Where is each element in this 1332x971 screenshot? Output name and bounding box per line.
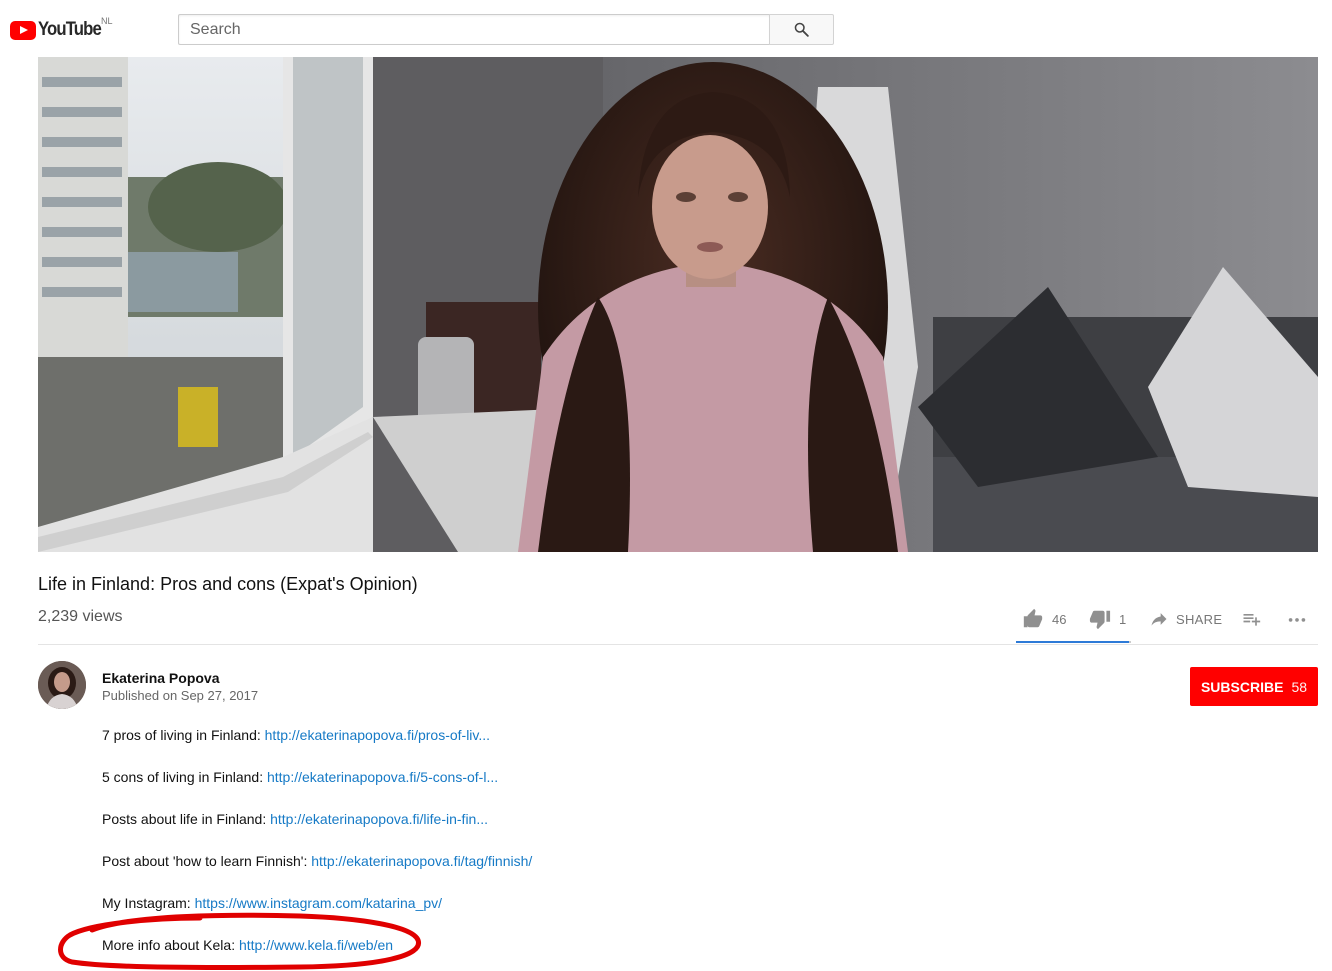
- country-code: NL: [101, 16, 113, 26]
- masthead: YouTube NL: [0, 0, 1332, 58]
- description-line: Posts about life in Finland: http://ekat…: [102, 811, 488, 827]
- description-line: My Instagram: https://www.instagram.com/…: [102, 895, 442, 911]
- description-text: Posts about life in Finland:: [102, 811, 271, 827]
- description-text: 5 cons of living in Finland:: [102, 769, 267, 785]
- like-count: 46: [1052, 611, 1067, 627]
- publish-date: Published on Sep 27, 2017: [102, 688, 259, 703]
- description-link[interactable]: https://www.instagram.com/katarina_pv/: [195, 895, 442, 911]
- description-line: More info about Kela: http://www.kela.fi…: [102, 937, 393, 953]
- video-frame: [38, 57, 1318, 552]
- share-button[interactable]: SHARE: [1149, 605, 1222, 633]
- video-player[interactable]: [38, 57, 1318, 552]
- add-to-playlist-button[interactable]: [1241, 605, 1261, 633]
- sentiment-bar: [1016, 641, 1131, 643]
- description-line: 7 pros of living in Finland: http://ekat…: [102, 727, 490, 743]
- share-label: SHARE: [1176, 611, 1223, 627]
- subscribe-label: SUBSCRIBE: [1200, 678, 1284, 695]
- search-button[interactable]: [769, 14, 834, 45]
- channel-name[interactable]: Ekaterina Popova: [102, 670, 220, 686]
- description-text: More info about Kela:: [102, 937, 239, 953]
- description-text: 7 pros of living in Finland:: [102, 727, 265, 743]
- description-text: Post about 'how to learn Finnish':: [102, 853, 312, 869]
- description-text: My Instagram:: [102, 895, 195, 911]
- sentiment-bar-like-fill: [1016, 641, 1129, 643]
- dislike-button[interactable]: 1: [1089, 605, 1126, 633]
- like-button[interactable]: 46: [1022, 605, 1066, 633]
- more-horizontal-icon: [1288, 618, 1306, 622]
- description-link[interactable]: http://www.kela.fi/web/en: [239, 937, 393, 953]
- youtube-logo[interactable]: YouTube NL: [10, 16, 113, 42]
- divider: [38, 644, 1318, 645]
- avatar-image: [38, 661, 86, 709]
- search-input[interactable]: [178, 14, 770, 45]
- description-link[interactable]: http://ekaterinapopova.fi/tag/finnish/: [311, 853, 532, 869]
- subscribe-button[interactable]: SUBSCRIBE 58: [1190, 667, 1318, 706]
- description-link[interactable]: http://ekaterinapopova.fi/5-cons-of-l...: [267, 769, 498, 785]
- view-count: 2,239 views: [38, 608, 123, 625]
- channel-avatar[interactable]: [38, 661, 86, 709]
- thumbs-down-icon: [1089, 610, 1111, 630]
- description-line: Post about 'how to learn Finnish': http:…: [102, 853, 532, 869]
- search-icon: [794, 22, 809, 37]
- description-link[interactable]: http://ekaterinapopova.fi/pros-of-liv...: [265, 727, 490, 743]
- dislike-count: 1: [1119, 611, 1127, 627]
- playlist-add-icon: [1243, 614, 1261, 626]
- description-link[interactable]: http://ekaterinapopova.fi/life-in-fin...: [270, 811, 488, 827]
- share-arrow-icon: [1151, 613, 1167, 626]
- logo-text: YouTube: [38, 19, 102, 40]
- more-actions-button[interactable]: [1286, 605, 1308, 633]
- video-title: Life in Finland: Pros and cons (Expat's …: [38, 574, 418, 594]
- thumbs-up-icon: [1023, 608, 1043, 628]
- subscriber-count: 58: [1291, 678, 1308, 695]
- play-logo-icon: [10, 20, 36, 40]
- description-line: 5 cons of living in Finland: http://ekat…: [102, 769, 498, 785]
